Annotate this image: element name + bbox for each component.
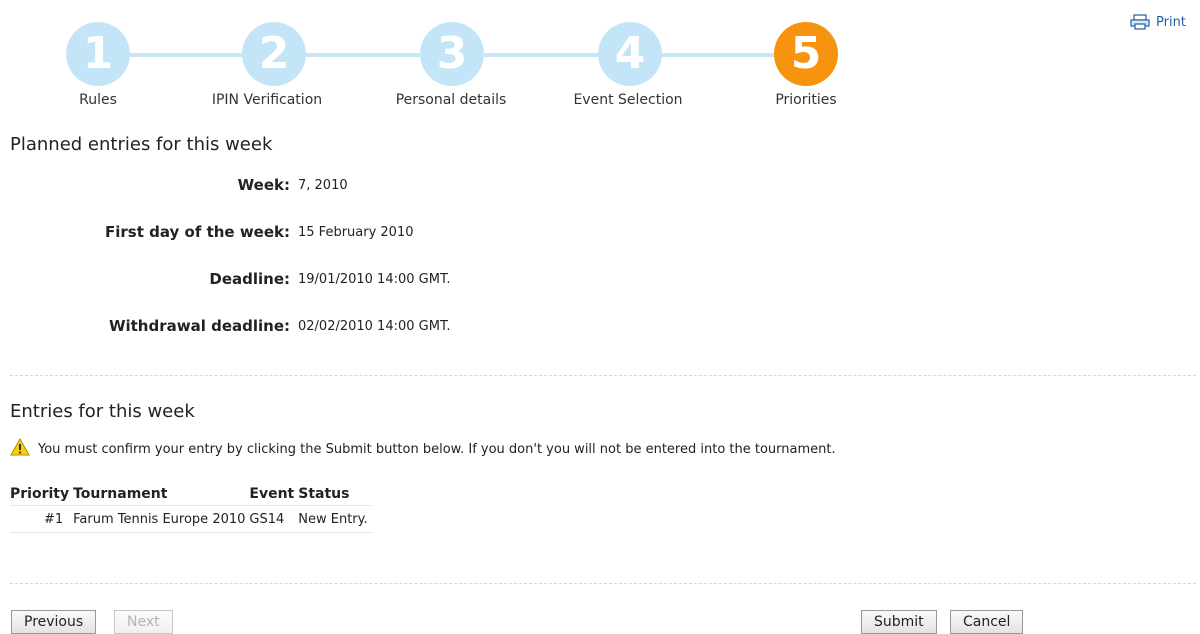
withdrawal-row: Withdrawal deadline: 02/02/2010 14:00 GM… xyxy=(0,317,600,339)
section-divider xyxy=(10,583,1196,584)
step-1-label: Rules xyxy=(79,92,117,108)
submit-button[interactable]: Submit xyxy=(861,610,937,634)
deadline-row: Deadline: 19/01/2010 14:00 GMT. xyxy=(0,270,600,292)
withdrawal-label: Withdrawal deadline: xyxy=(108,317,290,335)
section-divider xyxy=(10,375,1196,376)
step-1-circle: 1 xyxy=(66,22,130,86)
next-button[interactable]: Next xyxy=(114,610,173,634)
cancel-button[interactable]: Cancel xyxy=(950,610,1024,634)
tournament-cell: Farum Tennis Europe 2010 xyxy=(73,505,250,533)
event-cell: GS14 xyxy=(249,505,299,533)
print-label: Print xyxy=(1156,14,1186,30)
column-header-priority: Priority xyxy=(10,486,70,502)
deadline-value: 19/01/2010 14:00 GMT. xyxy=(298,272,451,287)
step-2-label: IPIN Verification xyxy=(211,92,323,108)
step-connector xyxy=(484,53,598,57)
step-3-label: Personal details xyxy=(395,92,507,108)
week-row: Week: 7, 2010 xyxy=(0,176,600,198)
previous-button[interactable]: Previous xyxy=(11,610,97,634)
status-cell: New Entry. xyxy=(298,505,372,533)
first-day-row: First day of the week: 15 February 2010 xyxy=(0,223,600,245)
table-row: #1 Farum Tennis Europe 2010 GS14 New Ent… xyxy=(10,505,372,533)
column-header-status: Status xyxy=(298,486,350,502)
step-connector xyxy=(662,53,774,57)
week-value: 7, 2010 xyxy=(298,178,348,193)
confirmation-warning: You must confirm your entry by clicking … xyxy=(10,437,836,460)
warning-text: You must confirm your entry by clicking … xyxy=(38,441,836,457)
week-label: Week: xyxy=(237,176,290,194)
first-day-value: 15 February 2010 xyxy=(298,225,414,240)
step-4-circle: 4 xyxy=(598,22,662,86)
entries-table: Priority Tournament Event Status #1 Faru… xyxy=(10,483,372,533)
first-day-label: First day of the week: xyxy=(105,223,290,241)
step-3-circle: 3 xyxy=(420,22,484,86)
step-connector xyxy=(306,53,420,57)
deadline-label: Deadline: xyxy=(209,270,290,288)
withdrawal-value: 02/02/2010 14:00 GMT. xyxy=(298,319,451,334)
column-header-tournament: Tournament xyxy=(73,486,168,502)
step-2-circle: 2 xyxy=(242,22,306,86)
priority-cell: #1 xyxy=(10,505,74,533)
step-5-label: Priorities xyxy=(775,92,837,108)
warning-icon xyxy=(10,437,30,460)
entries-heading: Entries for this week xyxy=(10,401,195,422)
table-header-row: Priority Tournament Event Status xyxy=(10,483,372,506)
step-connector xyxy=(130,53,242,57)
step-4-label: Event Selection xyxy=(573,92,683,108)
column-header-event: Event xyxy=(249,486,295,502)
print-link[interactable]: Print xyxy=(1130,14,1186,30)
planned-entries-heading: Planned entries for this week xyxy=(10,134,273,155)
printer-icon xyxy=(1130,14,1150,30)
step-5-circle: 5 xyxy=(774,22,838,86)
